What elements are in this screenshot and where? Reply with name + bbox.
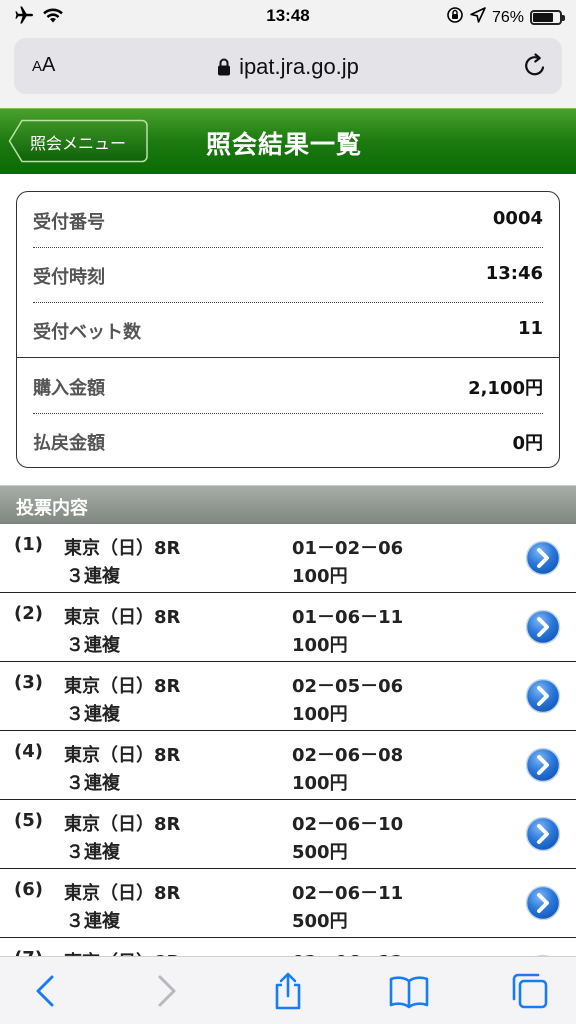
- bet-number: (1): [14, 534, 43, 555]
- summary-label: 購入金額: [33, 378, 105, 399]
- bet-amount: 100円: [292, 773, 348, 794]
- bet-row[interactable]: (7)東京（日）8R３連複02－06－12: [0, 938, 576, 956]
- bet-type: ３連複: [66, 911, 120, 932]
- forward-arrow-icon[interactable]: [146, 971, 186, 1011]
- bet-amount: 100円: [292, 566, 348, 587]
- chevron-right-icon[interactable]: [525, 885, 561, 921]
- bet-type: ３連複: [66, 773, 120, 794]
- summary-value: 13:46: [485, 263, 543, 284]
- bet-type: ３連複: [66, 566, 120, 587]
- summary-label: 受付ベット数: [33, 322, 141, 343]
- bet-combination: 02－06－08: [292, 745, 404, 766]
- chevron-right-icon[interactable]: [525, 609, 561, 645]
- back-to-menu-button[interactable]: 照会メニュー: [8, 119, 149, 163]
- bet-combination: 01－06－11: [292, 607, 404, 628]
- bet-number: (3): [14, 672, 43, 693]
- orientation-lock-icon: [446, 6, 464, 29]
- bet-combination: 01－02－06: [292, 538, 404, 559]
- bet-amount: 100円: [292, 635, 348, 656]
- reload-icon[interactable]: [522, 52, 548, 84]
- bet-race: 東京（日）8R: [64, 814, 181, 835]
- bet-type: ３連複: [66, 635, 120, 656]
- bet-type: ３連複: [66, 842, 120, 863]
- bet-row[interactable]: (5) 東京（日）8R ３連複 02－06－10 500円: [0, 800, 576, 869]
- back-button-label: 照会メニュー: [30, 134, 127, 153]
- bet-race: 東京（日）8R: [64, 883, 181, 904]
- bet-number: (4): [14, 741, 43, 762]
- bet-race: 東京（日）8R: [64, 948, 180, 956]
- summary-label: 払戻金額: [33, 433, 105, 454]
- bet-race: 東京（日）8R: [64, 676, 181, 697]
- summary-row: 払戻金額 0円: [33, 413, 543, 467]
- summary-label: 受付時刻: [33, 267, 105, 288]
- page-title: 照会結果一覧: [206, 130, 363, 159]
- summary-label: 受付番号: [33, 212, 105, 233]
- browser-toolbar: [0, 956, 576, 1024]
- bet-amount: 100円: [292, 704, 348, 725]
- chevron-right-icon[interactable]: [525, 747, 561, 783]
- bet-race: 東京（日）8R: [64, 745, 181, 766]
- section-header: 投票内容: [0, 485, 576, 524]
- bet-amount: 500円: [292, 842, 348, 863]
- chevron-right-icon[interactable]: [525, 816, 561, 852]
- summary-value: 11: [517, 318, 543, 339]
- bet-race: 東京（日）8R: [64, 607, 181, 628]
- summary-row: 受付ベット数 11: [33, 302, 543, 357]
- summary-row: 購入金額 2,100円: [33, 358, 543, 413]
- bet-combination: 02－06－11: [292, 883, 404, 904]
- bet-row[interactable]: (1) 東京（日）8R ３連複 01－02－06 100円: [0, 524, 576, 593]
- lock-icon: [217, 56, 231, 82]
- summary-value: 2,100円: [468, 378, 543, 399]
- summary-row: 受付時刻 13:46: [33, 247, 543, 302]
- section-title: 投票内容: [16, 498, 88, 519]
- bet-combination: 02－05－06: [292, 676, 404, 697]
- summary-value: 0円: [512, 433, 543, 454]
- location-icon: [470, 7, 486, 28]
- bet-row[interactable]: (3) 東京（日）8R ３連複 02－05－06 100円: [0, 662, 576, 731]
- chevron-right-icon[interactable]: [525, 540, 561, 576]
- bet-row[interactable]: (4) 東京（日）8R ３連複 02－06－08 100円: [0, 731, 576, 800]
- bet-number: (2): [14, 603, 43, 624]
- bet-type: ３連複: [66, 704, 120, 725]
- summary-value: 0004: [492, 208, 543, 229]
- summary-card: 受付番号 0004 受付時刻 13:46 受付ベット数 11 購入金額 2,10…: [16, 191, 560, 468]
- bet-row[interactable]: (6) 東京（日）8R ３連複 02－06－11 500円: [0, 869, 576, 938]
- bet-combination: 02－06－12: [292, 948, 403, 956]
- share-icon[interactable]: [268, 971, 308, 1011]
- bet-race: 東京（日）8R: [64, 538, 181, 559]
- bet-number: (5): [14, 810, 43, 831]
- chevron-right-icon[interactable]: [525, 678, 561, 714]
- url-field[interactable]: ipat.jra.go.jp: [14, 54, 562, 82]
- tabs-icon[interactable]: [510, 971, 550, 1011]
- summary-row: 受付番号 0004: [33, 192, 543, 247]
- back-arrow-icon[interactable]: [26, 971, 66, 1011]
- bet-list: (1) 東京（日）8R ３連複 01－02－06 100円 (2) 東京（日）8R ３連複 01…: [0, 524, 576, 956]
- status-bar: 13:48 76%: [0, 0, 576, 34]
- bet-number: (6): [14, 879, 43, 900]
- url-text: ipat.jra.go.jp: [239, 54, 359, 79]
- address-bar[interactable]: AA ipat.jra.go.jp: [14, 38, 562, 94]
- bet-combination: 02－06－10: [292, 814, 404, 835]
- battery-percent: 76%: [491, 8, 524, 26]
- page-header: 照会メニュー 照会結果一覧: [0, 108, 576, 174]
- bet-row[interactable]: (2) 東京（日）8R ３連複 01－06－11 100円: [0, 593, 576, 662]
- bookmarks-icon[interactable]: [388, 971, 429, 1011]
- bet-amount: 500円: [292, 911, 348, 932]
- bet-number: (7): [14, 948, 43, 956]
- browser-address-area: AA ipat.jra.go.jp: [0, 34, 576, 108]
- battery-icon: [530, 10, 565, 25]
